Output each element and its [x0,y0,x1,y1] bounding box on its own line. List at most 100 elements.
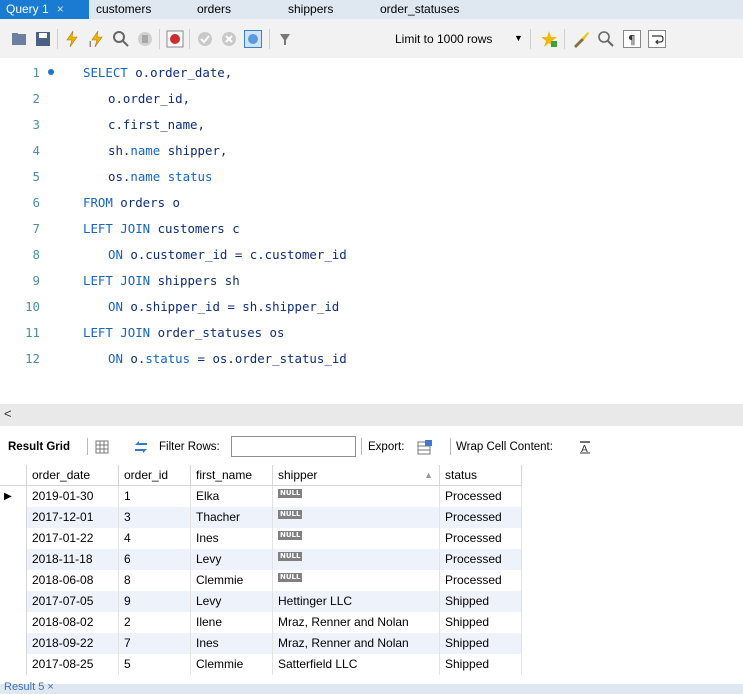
add-snippet-icon[interactable] [540,30,558,48]
cell-shipper[interactable]: NULL [273,507,440,528]
stop-icon[interactable] [136,30,154,48]
table-row[interactable]: ▶ 2019-01-30 1 Elka NULL Processed [0,486,522,507]
sort-ascending-icon[interactable]: ▲ [424,465,433,485]
editor-horizontal-scrollbar[interactable]: < [0,404,743,426]
tab-customers[interactable]: customers [90,0,157,19]
cell-first-name[interactable]: Levy [191,549,273,570]
row-indicator[interactable] [0,612,27,633]
beautify-icon[interactable] [572,30,590,48]
cell-order-id[interactable]: 4 [119,528,191,549]
tab-order-statuses[interactable]: order_statuses [374,0,465,19]
row-indicator[interactable] [0,528,27,549]
cell-first-name[interactable]: Elka [191,486,273,507]
cell-order-id[interactable]: 6 [119,549,191,570]
row-indicator[interactable] [0,654,27,675]
row-indicator[interactable] [0,507,27,528]
editor-line[interactable]: 7 LEFT JOIN customers c [0,216,743,242]
cell-first-name[interactable]: Ilene [191,612,273,633]
cell-order-date[interactable]: 2017-08-25 [27,654,119,675]
editor-line[interactable]: 5 os.name status [0,164,743,190]
cell-order-id[interactable]: 3 [119,507,191,528]
cell-shipper[interactable]: NULL [273,528,440,549]
cell-status[interactable]: Processed [440,486,522,507]
cell-order-id[interactable]: 5 [119,654,191,675]
tab-orders[interactable]: orders [191,0,237,19]
cell-shipper[interactable]: Mraz, Renner and Nolan [273,612,440,633]
table-row[interactable]: 2017-08-25 5 Clemmie Satterfield LLC Shipped [0,654,522,675]
row-indicator[interactable] [0,570,27,591]
cell-order-id[interactable]: 8 [119,570,191,591]
wrap-lines-icon[interactable] [648,30,666,48]
cell-first-name[interactable]: Thacher [191,507,273,528]
chevron-down-icon[interactable]: ▼ [514,33,523,43]
cell-order-date[interactable]: 2018-06-08 [27,570,119,591]
row-indicator[interactable]: ▶ [0,486,27,507]
cell-status[interactable]: Processed [440,507,522,528]
cell-order-id[interactable]: 9 [119,591,191,612]
row-indicator[interactable] [0,591,27,612]
toggle-error-icon[interactable] [166,30,184,48]
tab-shippers[interactable]: shippers [282,0,339,19]
cell-status[interactable]: Shipped [440,633,522,654]
table-row[interactable]: 2017-12-01 3 Thacher NULL Processed [0,507,522,528]
cell-status[interactable]: Shipped [440,612,522,633]
column-header-order-date[interactable]: order_date [27,465,119,486]
sql-editor[interactable]: 1 SELECT o.order_date, 2 o.order_id, 3 c.firs… [0,58,743,404]
grid-view-icon[interactable] [95,440,109,454]
save-icon[interactable] [34,30,52,48]
result-grid-label[interactable]: Result Grid [8,441,70,453]
cell-first-name[interactable]: Clemmie [191,570,273,591]
commit-icon[interactable] [196,30,214,48]
column-header-order-id[interactable]: order_id [119,465,191,486]
editor-line[interactable]: 11 LEFT JOIN order_statuses os [0,320,743,346]
tab-query-1[interactable]: Query 1 × [0,0,89,19]
cell-status[interactable]: Shipped [440,654,522,675]
editor-line[interactable]: 9 LEFT JOIN shippers sh [0,268,743,294]
execute-current-icon[interactable]: I [88,30,106,48]
cell-order-date[interactable]: 2019-01-30 [27,486,119,507]
scroll-left-arrow-icon[interactable]: < [4,406,12,421]
editor-line[interactable]: 10 ON o.shipper_id = sh.shipper_id [0,294,743,320]
find-icon[interactable] [597,30,615,48]
cell-status[interactable]: Processed [440,528,522,549]
explain-icon[interactable] [112,30,130,48]
cell-first-name[interactable]: Ines [191,528,273,549]
cell-order-date[interactable]: 2017-01-22 [27,528,119,549]
export-icon[interactable] [417,439,433,455]
table-row[interactable]: 2018-06-08 8 Clemmie NULL Processed [0,570,522,591]
execute-icon[interactable] [63,30,81,48]
editor-line[interactable]: 2 o.order_id, [0,86,743,112]
close-tab-icon[interactable]: × [57,2,64,16]
table-row[interactable]: 2018-08-02 2 Ilene Mraz, Renner and Nolan Sh… [0,612,522,633]
cell-order-id[interactable]: 7 [119,633,191,654]
column-header-status[interactable]: status [440,465,522,486]
cell-order-id[interactable]: 2 [119,612,191,633]
editor-line[interactable]: 6 FROM orders o [0,190,743,216]
cell-status[interactable]: Processed [440,570,522,591]
column-header-first-name[interactable]: first_name [191,465,273,486]
cell-shipper[interactable]: NULL [273,549,440,570]
cell-order-date[interactable]: 2018-11-18 [27,549,119,570]
cell-order-date[interactable]: 2018-09-22 [27,633,119,654]
wrap-cell-content-icon[interactable]: A [578,440,592,454]
cell-shipper[interactable]: Satterfield LLC [273,654,440,675]
table-row[interactable]: 2017-07-05 9 Levy Hettinger LLC Shipped [0,591,522,612]
autocommit-icon[interactable] [244,30,262,48]
invisible-chars-icon[interactable]: ¶ [623,30,641,48]
row-indicator[interactable] [0,549,27,570]
editor-line[interactable]: 8 ON o.customer_id = c.customer_id [0,242,743,268]
cell-first-name[interactable]: Ines [191,633,273,654]
cell-order-id[interactable]: 1 [119,486,191,507]
limit-rows-select[interactable]: Limit to 1000 rows [395,32,492,46]
cell-status[interactable]: Processed [440,549,522,570]
open-folder-icon[interactable] [10,30,28,48]
table-row[interactable]: 2018-11-18 6 Levy NULL Processed [0,549,522,570]
table-row[interactable]: 2018-09-22 7 Ines Mraz, Renner and Nolan Shi… [0,633,522,654]
editor-line[interactable]: 12 ON o.status = os.order_status_id [0,346,743,372]
cell-shipper[interactable]: NULL [273,486,440,507]
cell-first-name[interactable]: Levy [191,591,273,612]
row-indicator[interactable] [0,633,27,654]
cell-first-name[interactable]: Clemmie [191,654,273,675]
cell-status[interactable]: Shipped [440,591,522,612]
result-tab[interactable]: Result 5 × [4,681,54,693]
